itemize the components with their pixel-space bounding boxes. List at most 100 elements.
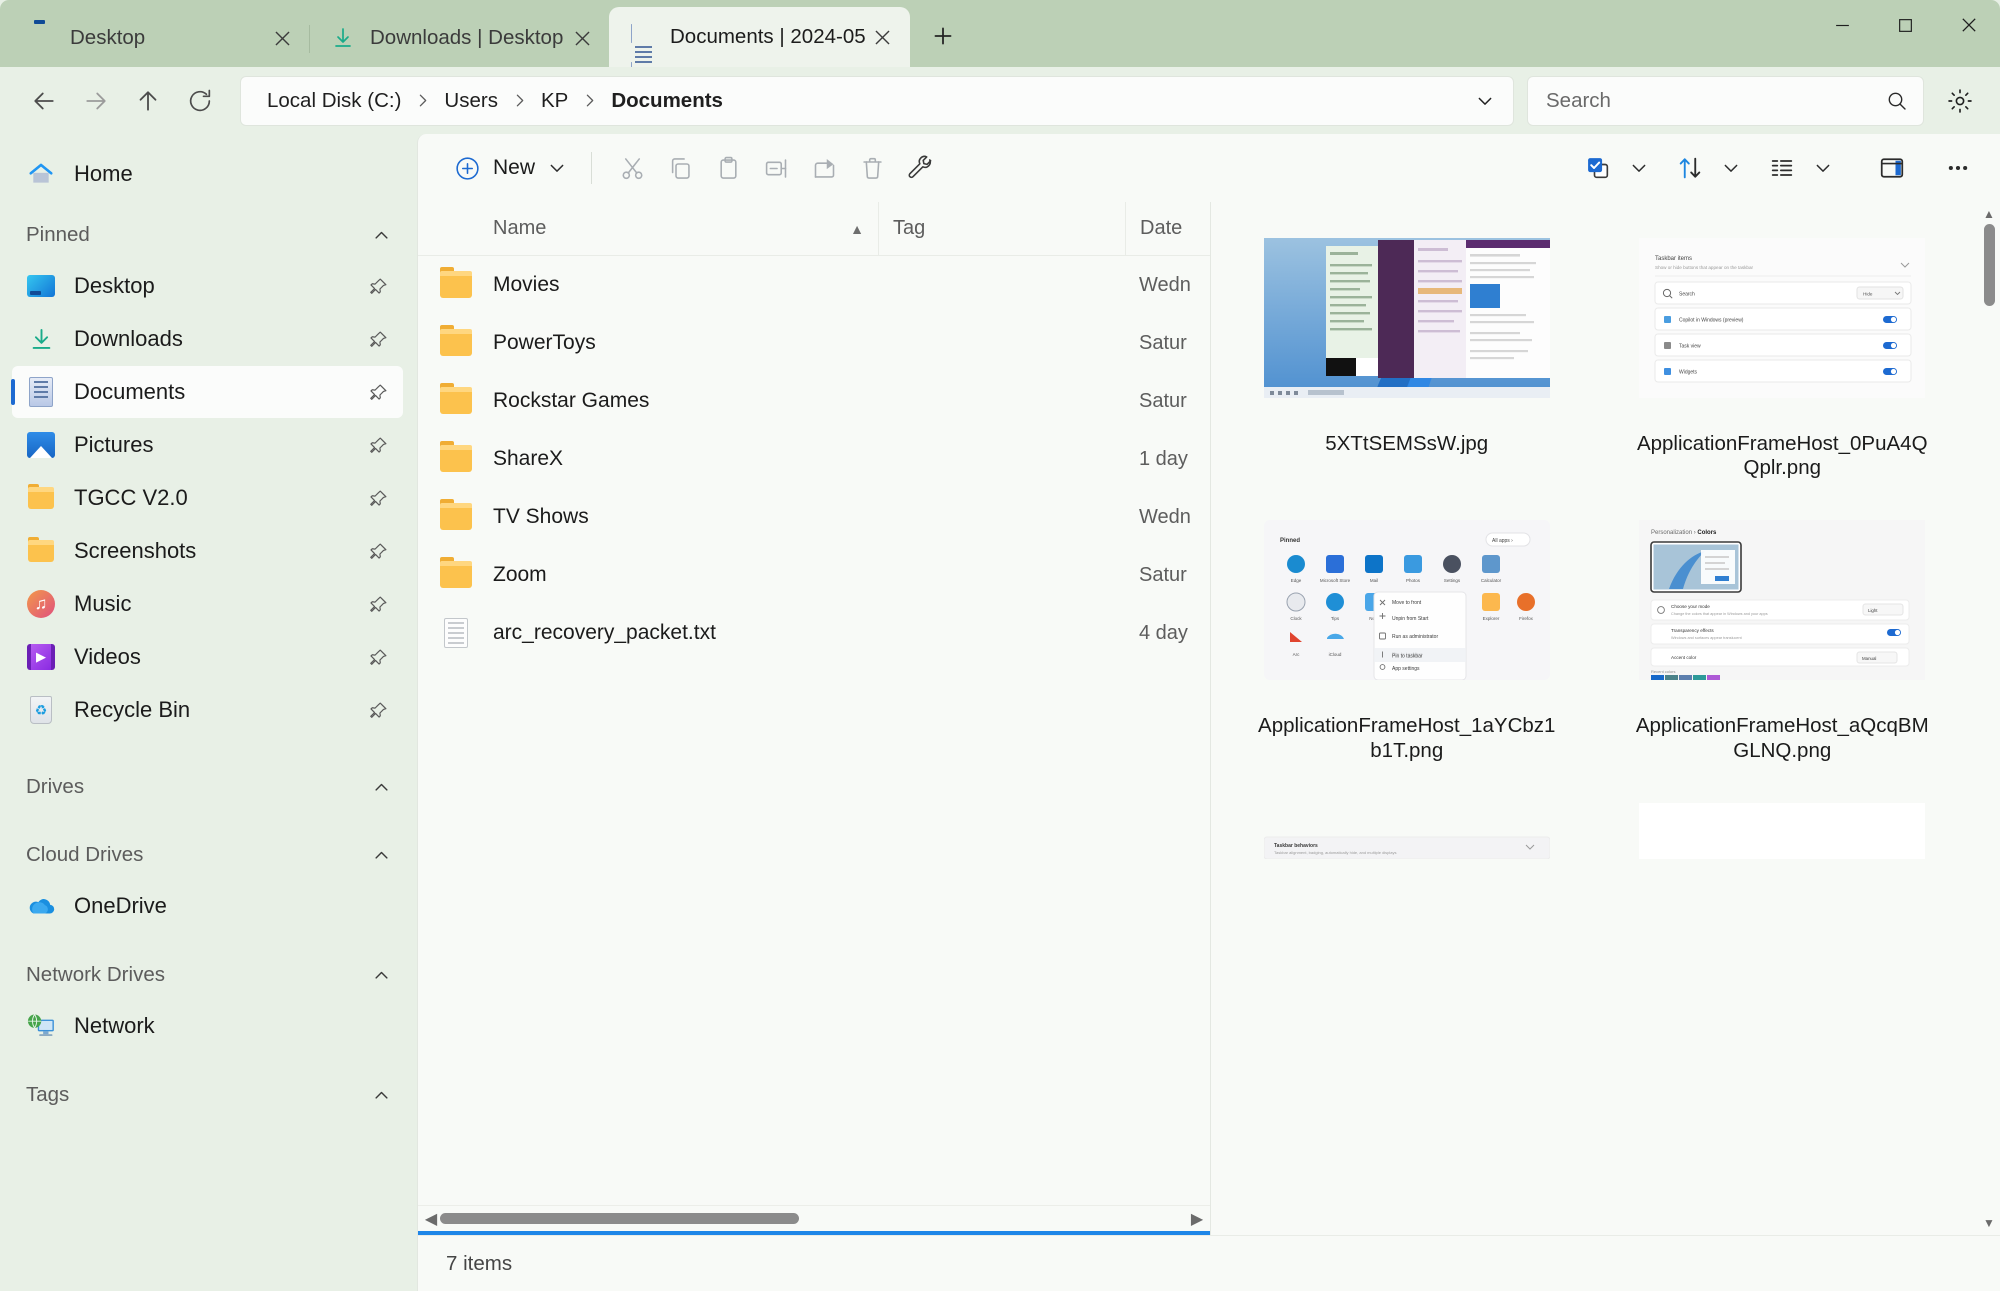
- minimize-button[interactable]: [1811, 0, 1874, 50]
- scroll-down-arrow-icon[interactable]: ▼: [1983, 1215, 1995, 1231]
- scroll-right-arrow-icon[interactable]: ▶: [1188, 1209, 1206, 1229]
- pin-icon[interactable]: [365, 542, 391, 561]
- preview-item[interactable]: 5XTtSEMSsW.jpg: [1219, 220, 1595, 502]
- table-row[interactable]: ShareX 1 day: [418, 430, 1210, 488]
- sidebar-item-videos[interactable]: ▶ Videos: [12, 631, 403, 683]
- column-header-date[interactable]: Date: [1125, 202, 1210, 255]
- chevron-down-icon[interactable]: [1465, 81, 1505, 121]
- scroll-left-arrow-icon[interactable]: ◀: [422, 1209, 440, 1229]
- sidebar-item-desktop[interactable]: Desktop: [12, 260, 403, 312]
- blank-screenshot-partial-thumbnail[interactable]: [1639, 802, 1926, 859]
- preview-item[interactable]: Taskbar behaviors Taskbar alignment, bad…: [1219, 785, 1595, 859]
- search-input[interactable]: [1546, 88, 1885, 113]
- delete-button[interactable]: [848, 144, 896, 192]
- column-header-tag[interactable]: Tag: [878, 202, 1125, 255]
- tab-close-button[interactable]: [265, 21, 299, 55]
- breadcrumb-item-documents[interactable]: Documents: [603, 84, 731, 118]
- sidebar-group-drives[interactable]: Drives: [12, 762, 403, 812]
- paste-button[interactable]: [704, 144, 752, 192]
- preview-item[interactable]: [1595, 785, 1971, 859]
- pin-icon[interactable]: [365, 383, 391, 402]
- text-file-icon: [418, 618, 493, 648]
- select-button[interactable]: [1574, 144, 1622, 192]
- search-icon[interactable]: [1885, 89, 1909, 113]
- view-button[interactable]: [1758, 144, 1806, 192]
- sidebar-group-pinned[interactable]: Pinned: [12, 210, 403, 260]
- sidebar-item-documents[interactable]: Documents: [11, 366, 403, 418]
- refresh-button[interactable]: [174, 75, 226, 127]
- pin-icon[interactable]: [365, 595, 391, 614]
- scrollbar-track[interactable]: [440, 1206, 1188, 1232]
- maximize-button[interactable]: [1874, 0, 1937, 50]
- search-box[interactable]: [1527, 75, 1924, 126]
- tab-downloads[interactable]: Downloads | Desktop: [309, 9, 609, 67]
- tab-documents[interactable]: Documents | 2024-05: [609, 7, 910, 67]
- vertical-scrollbar[interactable]: ▲ ▼: [1978, 202, 2000, 1235]
- breadcrumb-item-kp[interactable]: KP: [533, 84, 576, 118]
- preview-pane-button[interactable]: [1868, 144, 1916, 192]
- table-row[interactable]: PowerToys Satur: [418, 314, 1210, 372]
- sidebar-item-network[interactable]: Network: [12, 1000, 403, 1052]
- tab-close-button[interactable]: [866, 20, 900, 54]
- sidebar-item-downloads[interactable]: Downloads: [12, 313, 403, 365]
- taskbar-behaviors-screenshot-partial-thumbnail[interactable]: Taskbar behaviors Taskbar alignment, bad…: [1263, 803, 1550, 859]
- desktop-teams-screenshot-thumbnail[interactable]: [1263, 238, 1550, 398]
- table-row[interactable]: arc_recovery_packet.txt 4 day: [418, 604, 1210, 662]
- tools-button[interactable]: [896, 144, 944, 192]
- view-chevron-down-icon[interactable]: [1806, 144, 1840, 192]
- up-button[interactable]: [122, 75, 174, 127]
- preview-item[interactable]: Personalization › Colors Choose your mod…: [1595, 502, 1971, 784]
- sort-chevron-down-icon[interactable]: [1714, 144, 1748, 192]
- table-row[interactable]: TV Shows Wedn: [418, 488, 1210, 546]
- table-row[interactable]: Zoom Satur: [418, 546, 1210, 604]
- sidebar-group-network-drives[interactable]: Network Drives: [12, 950, 403, 1000]
- sidebar-item-screenshots[interactable]: Screenshots: [12, 525, 403, 577]
- copy-button[interactable]: [656, 144, 704, 192]
- scrollbar-thumb[interactable]: [440, 1213, 800, 1224]
- pin-icon[interactable]: [365, 277, 391, 296]
- preview-item[interactable]: Taskbar items Show or hide buttons that …: [1595, 220, 1971, 502]
- pin-icon[interactable]: [365, 648, 391, 667]
- sidebar-item-pictures[interactable]: Pictures: [12, 419, 403, 471]
- gear-icon[interactable]: [1934, 75, 1986, 127]
- scrollbar-track[interactable]: [1978, 222, 2000, 1215]
- tab-close-button[interactable]: [565, 21, 599, 55]
- new-tab-button[interactable]: [922, 15, 964, 57]
- sidebar-item-music[interactable]: ♫ Music: [12, 578, 403, 630]
- rename-button[interactable]: [752, 144, 800, 192]
- scroll-up-arrow-icon[interactable]: ▲: [1983, 206, 1995, 222]
- breadcrumb-item-users[interactable]: Users: [436, 84, 506, 118]
- breadcrumb-bar[interactable]: Local Disk (C:) Users KP Documents: [240, 75, 1514, 126]
- sidebar-item-home[interactable]: Home: [12, 148, 403, 200]
- column-header-name[interactable]: Name ▲: [418, 202, 878, 255]
- breadcrumb-item-disk[interactable]: Local Disk (C:): [259, 84, 409, 118]
- back-button[interactable]: [18, 75, 70, 127]
- close-button[interactable]: [1937, 0, 2000, 50]
- scrollbar-thumb[interactable]: [1983, 224, 1995, 306]
- horizontal-scrollbar[interactable]: ◀ ▶: [418, 1205, 1210, 1231]
- tab-desktop[interactable]: Desktop: [9, 9, 309, 67]
- personalization-colors-screenshot-thumbnail[interactable]: Personalization › Colors Choose your mod…: [1639, 520, 1926, 681]
- table-row[interactable]: Movies Wedn: [418, 256, 1210, 314]
- pin-icon[interactable]: [365, 489, 391, 508]
- sidebar-group-cloud-drives[interactable]: Cloud Drives: [12, 830, 403, 880]
- sidebar-group-tags[interactable]: Tags: [12, 1070, 403, 1120]
- sidebar-item-onedrive[interactable]: OneDrive: [12, 880, 403, 932]
- sidebar-item-tgcc-v2[interactable]: TGCC V2.0: [12, 472, 403, 524]
- select-chevron-down-icon[interactable]: [1622, 144, 1656, 192]
- new-button[interactable]: New: [444, 145, 575, 191]
- start-menu-context-screenshot-thumbnail[interactable]: Pinned All apps › Edge Microsoft Store M…: [1263, 520, 1550, 681]
- preview-item[interactable]: Pinned All apps › Edge Microsoft Store M…: [1219, 502, 1595, 784]
- pin-icon[interactable]: [365, 701, 391, 720]
- svg-text:Calculator: Calculator: [1481, 578, 1502, 583]
- share-button[interactable]: [800, 144, 848, 192]
- more-button[interactable]: [1934, 144, 1982, 192]
- sidebar-item-recycle-bin[interactable]: ♻ Recycle Bin: [12, 684, 403, 736]
- forward-button[interactable]: [70, 75, 122, 127]
- table-row[interactable]: Rockstar Games Satur: [418, 372, 1210, 430]
- pin-icon[interactable]: [365, 436, 391, 455]
- sort-button[interactable]: [1666, 144, 1714, 192]
- cut-button[interactable]: [608, 144, 656, 192]
- settings-taskbar-screenshot-thumbnail[interactable]: Taskbar items Show or hide buttons that …: [1639, 238, 1926, 398]
- pin-icon[interactable]: [365, 330, 391, 349]
